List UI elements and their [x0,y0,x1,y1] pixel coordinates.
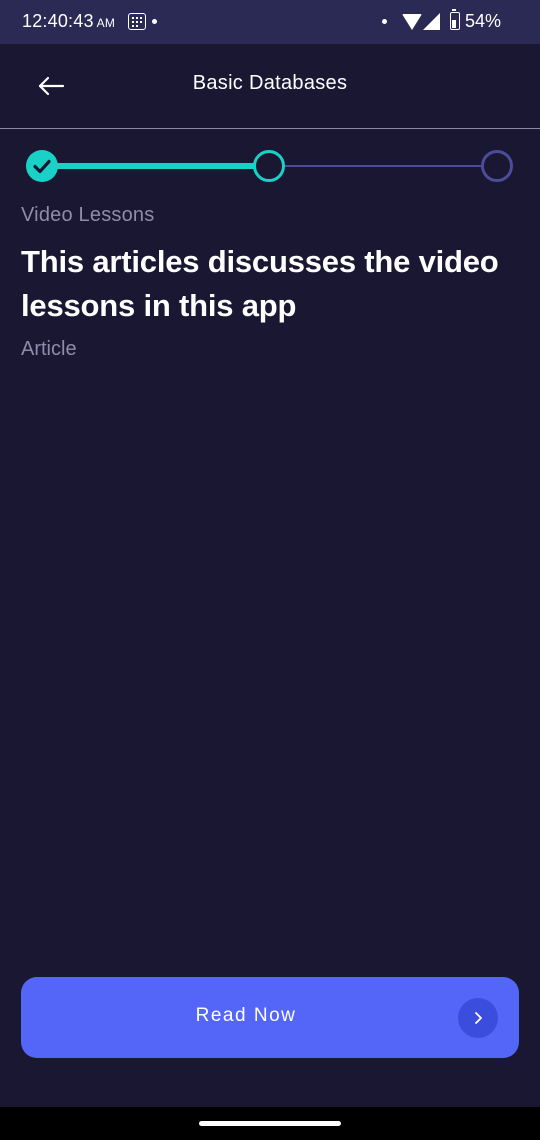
page-title: Basic Databases [192,72,348,94]
lesson-type: Article [21,338,77,360]
wifi-icon [402,14,422,30]
stepper-line-upcoming [284,165,500,167]
notification-dot-icon [382,19,387,24]
lesson-category: Video Lessons [21,204,155,226]
read-now-button[interactable]: Read Now [21,977,519,1058]
battery-charging-icon [450,9,460,30]
calendar-grid-icon [128,13,146,30]
status-ampm: AM [96,16,116,30]
check-icon [33,159,51,174]
stepper-line-completed [40,163,272,169]
home-indicator[interactable] [199,1121,341,1126]
step-current [253,150,285,182]
battery-percent: 54% [465,11,502,31]
chevron-right-icon [458,998,498,1038]
step-completed [26,150,58,182]
lesson-title: This articles discusses the video lesson… [21,244,499,323]
signal-icon [423,13,440,30]
status-time-value: 12:40:43 [22,11,94,31]
lesson-screen: 12:40:43 AM 54% Basic Databases Video Le… [0,0,540,1140]
top-app-bar: Basic Databases [0,44,540,129]
status-time: 12:40:43 AM [22,11,115,32]
notification-dot-icon [152,19,157,24]
system-nav-bar [0,1107,540,1140]
status-bar: 12:40:43 AM 54% [0,0,540,44]
progress-stepper [24,148,516,184]
read-now-label: Read Now [195,1005,297,1026]
step-upcoming [481,150,513,182]
